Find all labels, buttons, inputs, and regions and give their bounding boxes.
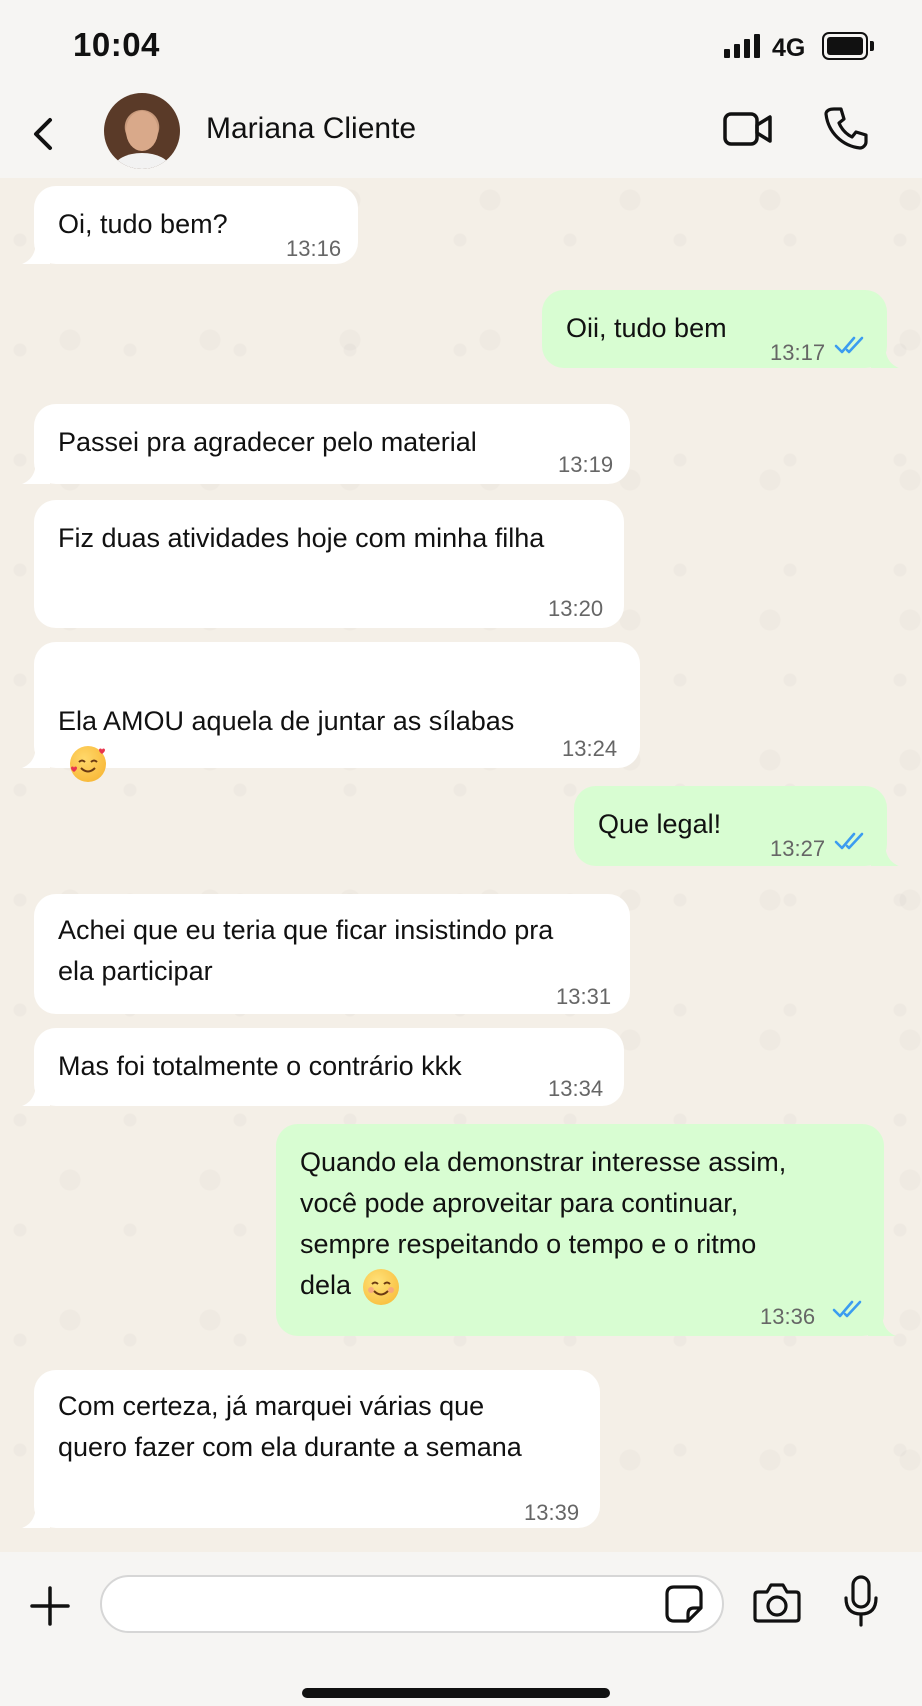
message-bubble-incoming[interactable]: Oi, tudo bem? 13:16 <box>22 186 358 264</box>
sticker-button[interactable] <box>664 1584 704 1624</box>
message-composer <box>0 1552 922 1706</box>
back-button[interactable] <box>26 112 62 156</box>
message-bubble-incoming[interactable]: Ela AMOU aquela de juntar as sílabas 13:… <box>22 642 640 782</box>
message-time: 13:17 <box>770 340 826 365</box>
chat-screen: 10:04 4G Mariana Cliente Oi, tudo bem? 1… <box>0 0 922 1706</box>
bubble-tail <box>22 1082 50 1106</box>
message-time: 13:16 <box>286 236 342 261</box>
sticker-icon <box>665 1585 703 1623</box>
bubble-tail <box>871 344 899 368</box>
message-text: Passei pra agradecer pelo material <box>58 427 477 457</box>
smiling-face-icon <box>363 1268 400 1305</box>
read-ticks-icon <box>834 336 864 354</box>
network-label: 4G <box>772 34 806 62</box>
attach-button[interactable] <box>28 1584 72 1628</box>
message-content: Ela AMOU aquela de juntar as sílabas <box>58 660 514 783</box>
video-camera-icon <box>723 112 772 146</box>
bubble-tail <box>868 1312 896 1336</box>
chat-header: Mariana Cliente <box>0 90 922 178</box>
message-text: Achei que eu teria que ficar insistindo … <box>58 915 554 986</box>
message-bubble-incoming[interactable]: Achei que eu teria que ficar insistindo … <box>34 894 630 1014</box>
microphone-icon <box>844 1575 878 1627</box>
home-indicator[interactable] <box>302 1688 610 1698</box>
message-content: Quando ela demonstrar interesse assim, v… <box>300 1142 786 1306</box>
battery-full-icon <box>822 32 874 60</box>
phone-icon <box>824 107 868 150</box>
message-bubble-outgoing[interactable]: Que legal! 13:27 <box>574 786 899 866</box>
message-time: 13:20 <box>548 596 604 621</box>
read-ticks-icon <box>832 1300 862 1318</box>
bubble-tail <box>22 460 50 484</box>
message-text: Oi, tudo bem? <box>58 209 228 239</box>
message-bubble-outgoing[interactable]: Quando ela demonstrar interesse assim, v… <box>276 1124 896 1336</box>
camera-icon <box>753 1583 801 1623</box>
message-text: Que legal! <box>598 809 722 839</box>
message-bubble-incoming[interactable]: Fiz duas atividades hoje com minha filha… <box>34 500 624 628</box>
bubble-tail <box>22 1504 50 1528</box>
voice-call-button[interactable] <box>822 104 870 152</box>
message-text: Mas foi totalmente o contrário kkk <box>58 1051 462 1081</box>
message-text: Fiz duas atividades hoje com minha filha <box>58 523 545 553</box>
video-call-button[interactable] <box>722 108 774 152</box>
bubble-tail <box>871 842 899 866</box>
message-bubble-incoming[interactable]: Passei pra agradecer pelo material 13:19 <box>22 404 630 484</box>
status-time: 10:04 <box>73 26 160 63</box>
message-time: 13:34 <box>548 1076 604 1101</box>
signal-bars-icon <box>724 34 762 58</box>
read-ticks-icon <box>834 832 864 850</box>
camera-button[interactable] <box>752 1580 802 1626</box>
message-bubble-incoming[interactable]: Mas foi totalmente o contrário kkk 13:34 <box>22 1028 624 1106</box>
contact-name[interactable]: Mariana Cliente <box>206 112 416 146</box>
message-time: 13:27 <box>770 836 826 861</box>
bubble-tail <box>22 744 50 768</box>
message-time: 13:24 <box>562 736 618 761</box>
smiling-face-with-hearts-icon <box>70 745 106 782</box>
message-text: Ela AMOU aquela de juntar as sílabas <box>58 706 515 736</box>
message-text: Oii, tudo bem <box>566 313 727 343</box>
status-bar: 10:04 4G <box>0 0 922 90</box>
message-bubble-outgoing[interactable]: Oii, tudo bem 13:17 <box>542 290 899 368</box>
message-time: 13:39 <box>524 1500 580 1525</box>
message-time: 13:19 <box>558 452 614 477</box>
message-bubble-incoming[interactable]: Com certeza, já marquei várias que quero… <box>22 1370 600 1528</box>
plus-icon <box>30 1586 70 1626</box>
message-text: Com certeza, já marquei várias que quero… <box>58 1391 522 1462</box>
microphone-button[interactable] <box>842 1574 880 1628</box>
avatar[interactable] <box>104 93 180 169</box>
message-time: 13:31 <box>556 984 612 1009</box>
message-input[interactable] <box>100 1575 724 1633</box>
message-time: 13:36 <box>760 1304 816 1329</box>
chevron-left-icon <box>34 118 52 150</box>
bubble-tail <box>22 240 50 264</box>
